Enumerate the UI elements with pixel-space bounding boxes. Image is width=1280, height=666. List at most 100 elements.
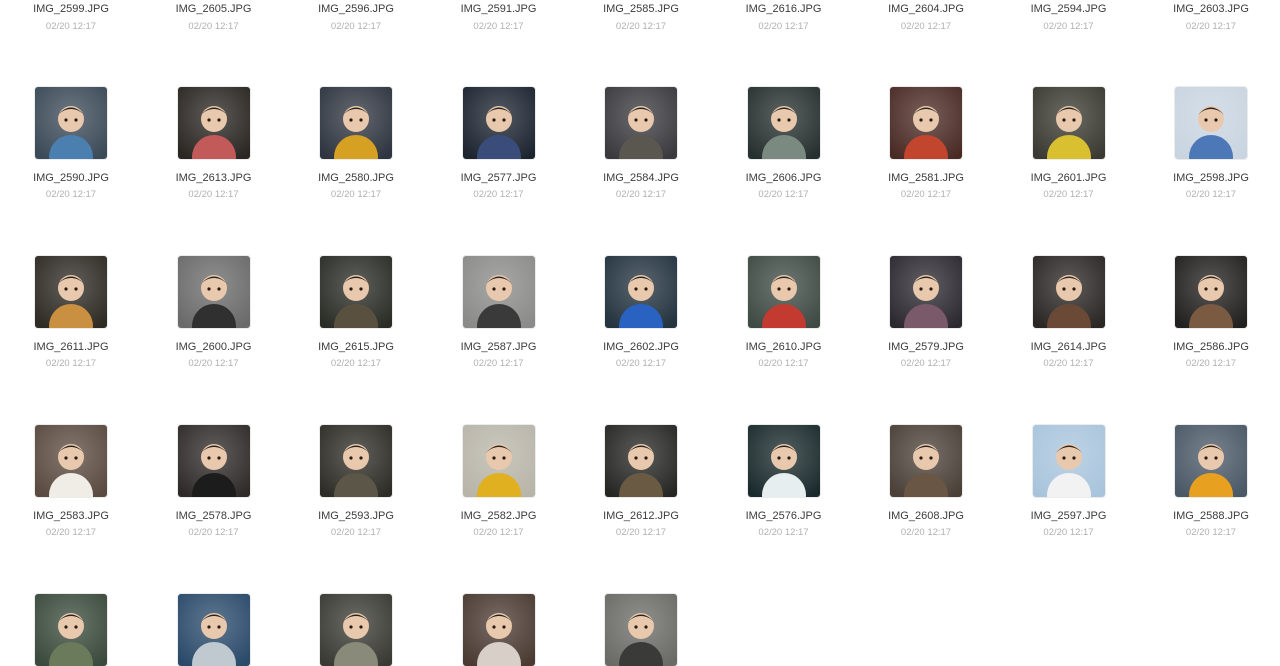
image-thumbnail[interactable] <box>890 256 962 328</box>
file-timestamp: 02/20 12:17 <box>900 358 952 369</box>
file-timestamp: 02/20 12:17 <box>45 189 97 200</box>
file-name: IMG_2596.JPG <box>318 3 394 15</box>
file-name: IMG_2605.JPG <box>175 3 252 15</box>
file-name: IMG_2590.JPG <box>33 172 109 184</box>
file-name: IMG_2606.JPG <box>745 172 822 184</box>
file-timestamp: 02/20 12:17 <box>330 527 382 538</box>
file-timestamp: 02/20 12:17 <box>1185 527 1237 538</box>
file-name: IMG_2608.JPG <box>888 510 964 522</box>
image-thumbnail[interactable] <box>890 425 962 497</box>
file-name: IMG_2577.JPG <box>460 172 537 184</box>
file-timestamp: 02/20 12:17 <box>615 189 667 200</box>
file-timestamp: 02/20 12:17 <box>900 527 952 538</box>
image-thumbnail[interactable] <box>35 425 107 497</box>
file-timestamp: 02/20 12:17 <box>615 527 667 538</box>
image-thumbnail[interactable] <box>890 87 962 159</box>
image-thumbnail[interactable] <box>605 425 677 497</box>
image-thumbnail[interactable] <box>1032 425 1105 497</box>
file-name: IMG_2613.JPG <box>175 172 252 184</box>
file-timestamp: 02/20 12:17 <box>1043 527 1094 538</box>
image-thumbnail[interactable] <box>747 87 820 159</box>
file-timestamp: 02/20 12:17 <box>45 527 97 538</box>
file-timestamp: 02/20 12:17 <box>473 527 524 538</box>
file-timestamp: 02/20 12:17 <box>1043 21 1094 32</box>
image-thumbnail[interactable] <box>177 87 250 159</box>
image-thumbnail[interactable] <box>747 425 820 497</box>
image-thumbnail[interactable] <box>320 594 392 666</box>
file-name: IMG_2588.JPG <box>1173 510 1249 522</box>
file-timestamp: 02/20 12:17 <box>615 358 667 369</box>
file-name: IMG_2579.JPG <box>888 341 964 353</box>
image-thumbnail[interactable] <box>35 594 107 666</box>
file-name: IMG_2586.JPG <box>1173 341 1249 353</box>
image-thumbnail[interactable] <box>1032 87 1105 159</box>
file-timestamp: 02/20 12:17 <box>330 21 382 32</box>
file-timestamp: 02/20 12:17 <box>758 358 809 369</box>
file-timestamp: 02/20 12:17 <box>758 527 809 538</box>
file-name: IMG_2603.JPG <box>1173 3 1249 15</box>
file-name: IMG_2601.JPG <box>1030 172 1107 184</box>
file-name: IMG_2584.JPG <box>603 172 679 184</box>
file-name: IMG_2580.JPG <box>318 172 394 184</box>
image-thumbnail[interactable] <box>35 87 107 159</box>
file-name: IMG_2599.JPG <box>33 3 109 15</box>
file-name: IMG_2610.JPG <box>745 341 822 353</box>
image-thumbnail[interactable] <box>605 594 677 666</box>
image-thumbnail[interactable] <box>320 87 392 159</box>
file-timestamp: 02/20 12:17 <box>473 358 524 369</box>
image-thumbnail[interactable] <box>320 256 392 328</box>
file-timestamp: 02/20 12:17 <box>188 189 239 200</box>
file-timestamp: 02/20 12:17 <box>188 527 239 538</box>
file-name: IMG_2616.JPG <box>745 3 822 15</box>
file-name: IMG_2594.JPG <box>1030 3 1107 15</box>
file-timestamp: 02/20 12:17 <box>1043 358 1094 369</box>
image-thumbnail[interactable] <box>462 594 535 666</box>
file-name: IMG_2591.JPG <box>460 3 537 15</box>
image-thumbnail[interactable] <box>605 87 677 159</box>
file-name: IMG_2600.JPG <box>175 341 252 353</box>
file-name: IMG_2612.JPG <box>603 510 679 522</box>
file-name: IMG_2576.JPG <box>745 510 822 522</box>
file-name: IMG_2578.JPG <box>175 510 252 522</box>
image-thumbnail[interactable] <box>1175 256 1247 328</box>
file-timestamp: 02/20 12:17 <box>615 21 667 32</box>
image-thumbnail[interactable] <box>462 425 535 497</box>
file-timestamp: 02/20 12:17 <box>1043 189 1094 200</box>
file-timestamp: 02/20 12:17 <box>900 189 952 200</box>
file-name: IMG_2587.JPG <box>460 341 537 353</box>
file-name: IMG_2581.JPG <box>888 172 964 184</box>
image-thumbnail[interactable] <box>1175 425 1247 497</box>
file-name: IMG_2585.JPG <box>603 3 679 15</box>
file-name: IMG_2598.JPG <box>1173 172 1249 184</box>
file-timestamp: 02/20 12:17 <box>900 21 952 32</box>
file-timestamp: 02/20 12:17 <box>45 21 97 32</box>
file-timestamp: 02/20 12:17 <box>473 21 524 32</box>
image-thumbnail[interactable] <box>320 425 392 497</box>
file-timestamp: 02/20 12:17 <box>758 189 809 200</box>
file-name: IMG_2611.JPG <box>33 341 109 353</box>
file-timestamp: 02/20 12:17 <box>330 189 382 200</box>
image-thumbnail[interactable] <box>462 87 535 159</box>
file-timestamp: 02/20 12:17 <box>1185 189 1237 200</box>
file-timestamp: 02/20 12:17 <box>1185 21 1237 32</box>
file-timestamp: 02/20 12:17 <box>45 358 97 369</box>
image-thumbnail[interactable] <box>177 594 250 666</box>
image-thumbnail[interactable] <box>747 256 820 328</box>
file-timestamp: 02/20 12:17 <box>473 189 524 200</box>
image-thumbnail[interactable] <box>35 256 107 328</box>
file-name: IMG_2615.JPG <box>318 341 394 353</box>
file-grid: IMG_2599.JPG 02/20 12:17 IMG_2605.JPG 02/20… <box>0 0 1280 666</box>
file-name: IMG_2583.JPG <box>33 510 109 522</box>
file-name: IMG_2593.JPG <box>318 510 394 522</box>
file-name: IMG_2602.JPG <box>603 341 679 353</box>
file-timestamp: 02/20 12:17 <box>330 358 382 369</box>
image-thumbnail[interactable] <box>462 256 535 328</box>
image-thumbnail[interactable] <box>177 425 250 497</box>
image-thumbnail[interactable] <box>605 256 677 328</box>
file-timestamp: 02/20 12:17 <box>1185 358 1237 369</box>
image-thumbnail[interactable] <box>1032 256 1105 328</box>
file-name: IMG_2582.JPG <box>460 510 537 522</box>
image-thumbnail[interactable] <box>1175 87 1247 159</box>
image-thumbnail[interactable] <box>177 256 250 328</box>
file-name: IMG_2614.JPG <box>1030 341 1107 353</box>
